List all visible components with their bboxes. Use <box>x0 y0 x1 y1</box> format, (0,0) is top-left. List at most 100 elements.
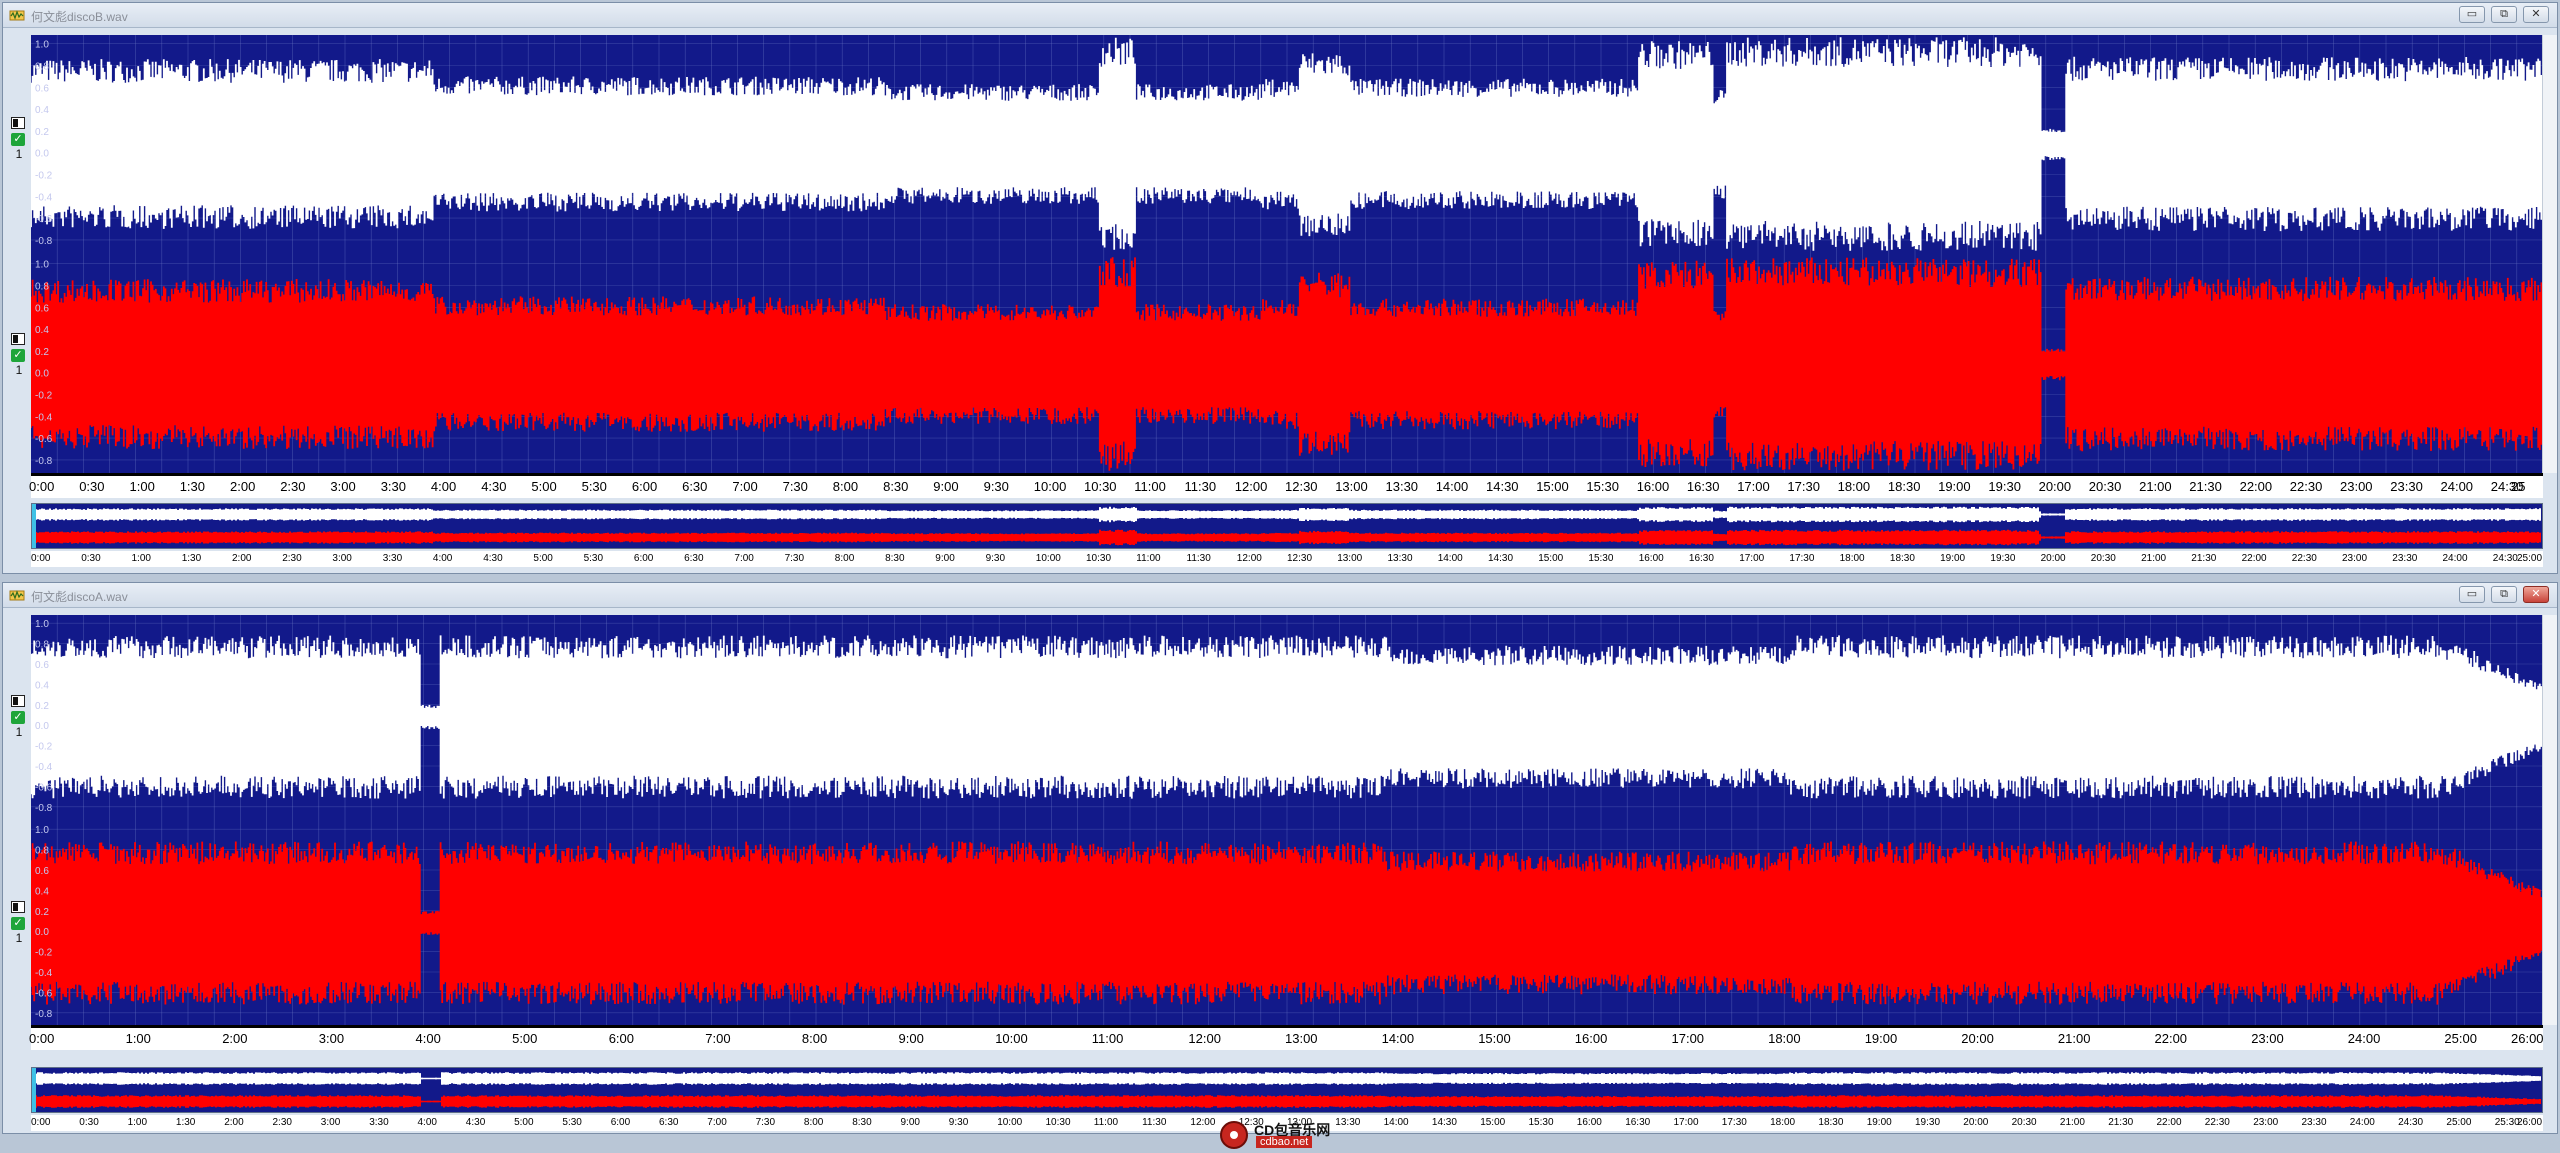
channel-number: 1 <box>15 147 23 161</box>
timeline-label: 1:30 <box>181 553 202 564</box>
minimize-button[interactable]: ▭ <box>2459 6 2485 23</box>
overview-waveform[interactable] <box>31 503 2543 549</box>
overview-left-channel <box>32 506 2541 523</box>
timeline-label: 24:30 <box>2398 1117 2424 1128</box>
timeline-label: 24:00 <box>2347 1031 2381 1046</box>
timeline-label: 13:00 <box>1285 1031 1318 1046</box>
timeline-label: 25:00 <box>2444 1031 2477 1046</box>
amplitude-scale-label: 0.2 <box>35 347 49 358</box>
amplitude-scale-label: 1.0 <box>35 260 49 271</box>
channel-enable-checkbox[interactable]: ✓ <box>11 349 25 362</box>
amplitude-scale-label: -0.4 <box>35 762 53 773</box>
amplitude-scale-label: -0.8 <box>35 1009 53 1020</box>
channel-select-icon[interactable] <box>11 901 25 913</box>
timeline-label: 4:00 <box>430 479 457 494</box>
timeline-label: 13:00 <box>1337 553 1363 564</box>
timeline-label: 7:00 <box>732 479 758 494</box>
timeline-ruler[interactable]: 0:00 0:30 1:00 1:30 2:00 2:30 3:00 3:30 4:00 4:30… <box>29 473 2543 498</box>
restore-button[interactable]: ⧉ <box>2491 586 2517 603</box>
overview-svg <box>32 1072 2541 1108</box>
timeline-label: 6:00 <box>631 479 658 494</box>
timeline-label: 15:00 <box>1478 1031 1511 1046</box>
timeline-label: 9:00 <box>898 1031 924 1046</box>
titlebar[interactable]: 何文彪discoA.wav ▭ ⧉ ✕ <box>3 583 2557 608</box>
timeline-label: 9:00 <box>935 553 955 564</box>
amplitude-scale-label: -0.4 <box>35 412 53 423</box>
timeline-label: 2:30 <box>272 1117 292 1128</box>
timeline-ruler[interactable]: 0:00 1:00 2:00 3:00 4:00 5:00 6:00 7:00 8:00 9:00… <box>29 1025 2544 1050</box>
timeline-label: 7:30 <box>782 479 808 494</box>
vertical-scrollbar[interactable] <box>2542 35 2557 473</box>
overview-position-marker[interactable] <box>32 504 36 548</box>
titlebar[interactable]: 何文彪discoB.wav ▭ ⧉ ✕ <box>3 3 2557 28</box>
timeline-label: 9:00 <box>900 1117 920 1128</box>
timeline-label: 21:00 <box>2141 553 2167 564</box>
minimize-button[interactable]: ▭ <box>2459 586 2485 603</box>
waveform-display[interactable]: 1.0 0.8 0.6 0.4 0.2 0.0 -0.2 -0.4 -0.6 -0.8 1.0 0.8… <box>31 35 2543 473</box>
timeline-label: 4:30 <box>465 1117 486 1128</box>
channel-select-icon[interactable] <box>11 333 25 345</box>
channel-number: 1 <box>15 725 23 739</box>
overview-waveform[interactable] <box>31 1067 2543 1113</box>
timeline-label: 10:00 <box>1035 553 1061 564</box>
timeline-label: 2:00 <box>222 1031 248 1046</box>
timeline-label: 24:00 <box>2442 553 2468 564</box>
timeline-label: 20:30 <box>2090 553 2116 564</box>
vertical-scrollbar[interactable] <box>2542 615 2557 1025</box>
close-button[interactable]: ✕ <box>2523 586 2549 603</box>
timeline-label: 0:30 <box>79 479 105 494</box>
amplitude-scale-label: -0.6 <box>35 782 53 793</box>
timeline-label: 10:00 <box>1033 479 1067 494</box>
timeline-label: 0:30 <box>81 553 101 564</box>
timeline-label: 1:00 <box>127 1117 148 1128</box>
timeline-label: 18:30 <box>1887 479 1921 494</box>
timeline-label: 17:30 <box>1721 1117 1747 1128</box>
channel-select-icon[interactable] <box>11 117 25 129</box>
timeline-label: 15:00 <box>1536 479 1569 494</box>
timeline-label: 23:00 <box>2342 553 2368 564</box>
timeline-label: 16:30 <box>1625 1117 1651 1128</box>
timeline-label: 13:30 <box>1387 553 1413 564</box>
amplitude-scale-label: -0.2 <box>35 391 53 402</box>
timeline-label: 9:30 <box>948 1117 969 1128</box>
timeline-label: 8:00 <box>832 479 859 494</box>
timeline-label: 18:30 <box>1818 1117 1844 1128</box>
amplitude-scale-label: -0.6 <box>35 214 53 225</box>
timeline-label: 8:30 <box>885 553 905 564</box>
restore-button[interactable]: ⧉ <box>2491 6 2517 23</box>
timeline-label: 17:00 <box>1671 1031 1705 1046</box>
timeline-label: 0:00 <box>31 553 51 564</box>
timeline-label: 19:00 <box>1864 1031 1898 1046</box>
timeline-label: 19:00 <box>1866 1117 1892 1128</box>
channel-enable-checkbox[interactable]: ✓ <box>11 133 25 146</box>
waveform-display[interactable]: 1.0 0.8 0.6 0.4 0.2 0.0 -0.2 -0.4 -0.6 -0.8 1.0 0.8… <box>31 615 2543 1025</box>
waveform-window-discoB[interactable]: 何文彪discoB.wav ▭ ⧉ ✕ ✓ 1 ✓ 1 1.0 0.8 0.6 0.4… <box>2 2 2558 574</box>
waveform-window-discoA[interactable]: 何文彪discoA.wav ▭ ⧉ ✕ ✓ 1 ✓ 1 1.0 0.8 0.6 0.4… <box>2 582 2558 1134</box>
timeline-label: 15:00 <box>1538 553 1564 564</box>
channel-select-icon[interactable] <box>11 695 25 707</box>
amplitude-scale-label: 1.0 <box>35 825 49 836</box>
amplitude-scale-label: -0.4 <box>35 968 53 979</box>
timeline-label: 14:30 <box>1488 553 1514 564</box>
timeline-label: 20:00 <box>1961 1031 1994 1046</box>
timeline-label: 14:00 <box>1381 1031 1415 1046</box>
close-button[interactable]: ✕ <box>2523 6 2549 23</box>
timeline-label: 22:30 <box>2291 553 2317 564</box>
timeline-label: 14:00 <box>1437 553 1463 564</box>
right-channel-waveform <box>31 841 2543 1005</box>
timeline-label: 2:00 <box>230 479 256 494</box>
timeline-label: 19:30 <box>1988 479 2021 494</box>
channel-enable-checkbox[interactable]: ✓ <box>11 711 25 724</box>
timeline-label: 24:00 <box>2440 479 2474 494</box>
amplitude-scale-label: 0.6 <box>35 83 49 94</box>
timeline-label: 0:00 <box>29 479 55 494</box>
timeline-label: 3:00 <box>332 553 352 564</box>
timeline-label: 1:30 <box>179 479 205 494</box>
timeline-label: 20:30 <box>2088 479 2122 494</box>
overview-position-marker[interactable] <box>32 1068 36 1112</box>
amplitude-scale-label: 0.4 <box>35 680 49 691</box>
overview-right-channel <box>32 1095 2541 1108</box>
left-channel-waveform <box>31 635 2543 799</box>
channel-enable-checkbox[interactable]: ✓ <box>11 917 25 930</box>
window-title: 何文彪discoA.wav <box>31 590 128 604</box>
